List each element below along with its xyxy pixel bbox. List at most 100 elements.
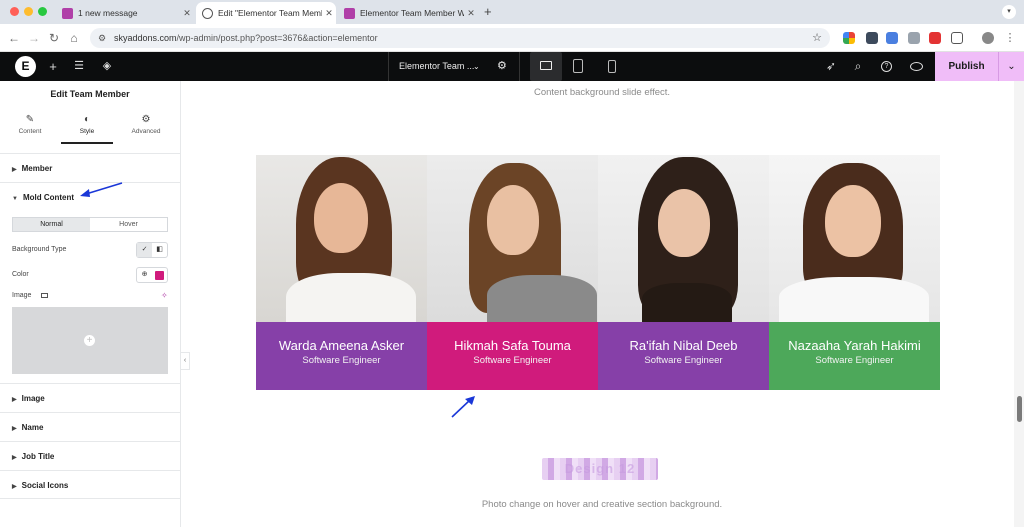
section-image[interactable]: ▶ Image (0, 383, 180, 412)
mobile-icon[interactable] (608, 60, 616, 73)
menu-dots-icon[interactable]: ⋮ (1002, 30, 1018, 46)
caret-right-icon: ▶ (12, 484, 17, 490)
annotation-arrow (80, 182, 123, 197)
address-toolbar: ← → ↻ ⌂ ⚙ skyaddons.com/wp-admin/post.ph… (0, 24, 1024, 52)
member-photo (769, 155, 940, 327)
browser-tab-widget[interactable]: Elementor Team Member Wid ✕ (338, 2, 478, 24)
close-icon[interactable]: ✕ (322, 2, 336, 24)
team-member-card[interactable]: Nazaaha Yarah Hakimi Software Engineer (769, 155, 940, 390)
caret-down-icon: ▼ (12, 196, 18, 202)
normal-tab[interactable]: Normal (13, 218, 90, 231)
section-member[interactable]: ▶ Member (0, 153, 180, 182)
bookmark-star-icon[interactable]: ☆ (812, 28, 822, 48)
elementor-logo-icon[interactable]: E (15, 56, 36, 77)
caret-right-icon: ▶ (12, 167, 17, 173)
close-icon[interactable]: ✕ (180, 2, 194, 24)
contrast-icon: ◐ (83, 114, 91, 125)
close-icon[interactable]: ✕ (464, 2, 478, 24)
gradient-icon[interactable]: ◧ (152, 243, 167, 257)
section-social-icons[interactable]: ▶ Social Icons (0, 470, 180, 499)
maximize-window-button[interactable] (38, 7, 47, 16)
member-name: Hikmah Safa Touma (454, 338, 571, 353)
help-icon[interactable]: ? (881, 61, 892, 72)
puzzle-icon[interactable] (951, 32, 963, 44)
url-path: /wp-admin/post.php?post=3676&action=elem… (176, 33, 378, 43)
team-member-card[interactable]: Ra'ifah Nibal Deeb Software Engineer (598, 155, 769, 390)
tab-label: Style (79, 128, 95, 135)
team-member-card[interactable]: Warda Ameena Asker Software Engineer (256, 155, 427, 390)
member-photo (598, 155, 769, 323)
desktop-view-button[interactable] (530, 52, 562, 81)
new-tab-button[interactable]: + (484, 4, 492, 19)
caret-right-icon: ▶ (12, 455, 17, 461)
image-label: Image (12, 292, 32, 299)
member-photo (256, 155, 427, 333)
back-arrow-icon[interactable]: ← (6, 30, 22, 46)
extension-icon[interactable] (908, 32, 920, 44)
scrollbar-track[interactable] (1014, 81, 1024, 527)
shield-icon[interactable] (866, 32, 878, 44)
hover-tab[interactable]: Hover (90, 218, 167, 231)
color-swatch[interactable] (152, 268, 167, 282)
close-window-button[interactable] (10, 7, 19, 16)
scrollbar-thumb[interactable] (1017, 396, 1022, 422)
tab-advanced[interactable]: ⚙ Advanced (119, 114, 173, 135)
section-description: Photo change on hover and creative secti… (481, 499, 723, 510)
translate-icon[interactable] (886, 32, 898, 44)
section-label: Social Icons (21, 481, 69, 490)
url-bar[interactable]: ⚙ skyaddons.com/wp-admin/post.php?post=3… (90, 28, 830, 48)
team-member-card[interactable]: Hikmah Safa Touma Software Engineer (427, 155, 598, 390)
ai-sparkle-icon[interactable]: ✧ (161, 291, 168, 300)
desktop-icon (540, 61, 552, 70)
widget-settings-panel: Edit Team Member ✎ Content ◐ Style ⚙ Adv… (0, 81, 181, 527)
chevron-down-icon: ⌄ (473, 62, 480, 71)
home-icon[interactable]: ⌂ (66, 30, 82, 46)
browser-tab-inbox[interactable]: 1 new message ✕ (56, 2, 194, 24)
forward-arrow-icon[interactable]: → (26, 30, 42, 46)
site-settings-icon[interactable]: ☰ (70, 58, 88, 75)
structure-layers-icon[interactable]: ◈ (98, 58, 116, 75)
site-info-icon[interactable]: ⚙ (98, 28, 106, 48)
page-settings-gear-icon[interactable]: ⚙ (497, 52, 507, 81)
responsive-desktop-icon[interactable] (41, 293, 48, 298)
profile-avatar[interactable] (982, 32, 994, 44)
brush-icon[interactable]: ✓ (137, 243, 152, 257)
tab-search-icon[interactable]: ▾ (1002, 5, 1016, 19)
tab-title: Edit "Elementor Team Membe (218, 8, 322, 18)
member-role: Software Engineer (302, 355, 381, 366)
tab-favicon (62, 7, 73, 19)
collapse-panel-button[interactable]: ‹ (181, 352, 190, 370)
tab-title: Elementor Team Member Wid (360, 8, 464, 18)
publish-button[interactable]: Publish (935, 52, 998, 81)
url-host: skyaddons.com (114, 33, 177, 43)
design-heading: Design 12 (564, 461, 636, 476)
tab-style[interactable]: ◐ Style (60, 114, 114, 135)
active-tab-indicator (61, 142, 113, 144)
tab-label: Content (18, 128, 42, 135)
tab-favicon (344, 7, 355, 19)
tab-content[interactable]: ✎ Content (3, 114, 57, 135)
caret-right-icon: ▶ (12, 397, 17, 403)
section-label: Mold Content (22, 193, 75, 202)
member-name: Warda Ameena Asker (278, 338, 405, 353)
global-colors-icon[interactable]: ⊕ (137, 268, 152, 282)
member-photo (427, 155, 598, 325)
add-element-icon[interactable]: + (44, 58, 62, 75)
document-title: Elementor Team ... (399, 61, 475, 71)
preview-eye-icon[interactable] (910, 62, 923, 71)
extension-icon[interactable] (929, 32, 941, 44)
tablet-icon[interactable] (573, 59, 583, 73)
minimize-window-button[interactable] (24, 7, 33, 16)
browser-tab-edit[interactable]: Edit "Elementor Team Membe ✕ (196, 2, 336, 24)
notifications-rocket-icon[interactable]: ➶ (822, 58, 840, 75)
section-name[interactable]: ▶ Name (0, 412, 180, 441)
add-image-plus-icon[interactable]: + (84, 335, 95, 346)
search-icon[interactable]: ⌕ (849, 58, 867, 75)
section-job-title[interactable]: ▶ Job Title (0, 441, 180, 470)
background-type-label: Background Type (12, 246, 67, 253)
extension-icon[interactable] (843, 32, 855, 44)
chevron-down-icon[interactable]: ⌄ (998, 52, 1024, 81)
document-title-dropdown[interactable]: Elementor Team ... ⌄ ⚙ (388, 52, 520, 81)
reload-icon[interactable]: ↻ (46, 30, 62, 46)
annotation-arrow (451, 396, 475, 418)
